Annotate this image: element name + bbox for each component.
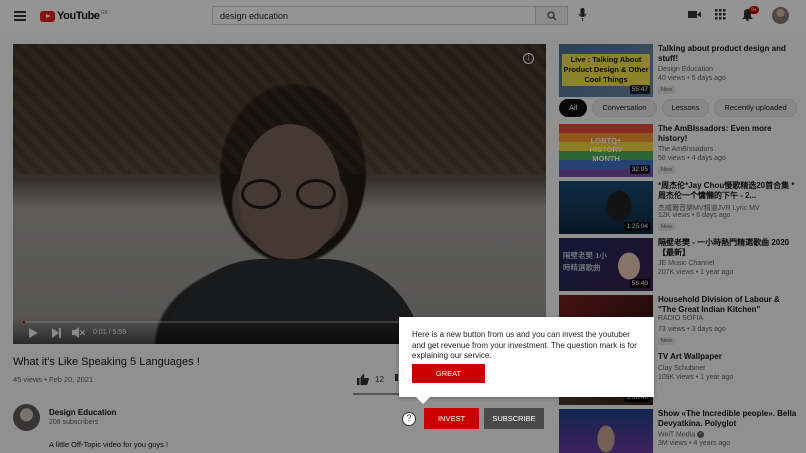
invest-button[interactable]: INVEST (424, 408, 479, 429)
onboarding-tooltip: Here is a new button from us and you can… (399, 317, 654, 404)
subscribe-button[interactable]: SUBSCRIBE (484, 408, 544, 429)
great-button[interactable]: GREAT (412, 364, 485, 383)
tooltip-text: Here is a new button from us and you can… (412, 330, 637, 360)
help-question-icon[interactable]: ? (402, 412, 416, 426)
